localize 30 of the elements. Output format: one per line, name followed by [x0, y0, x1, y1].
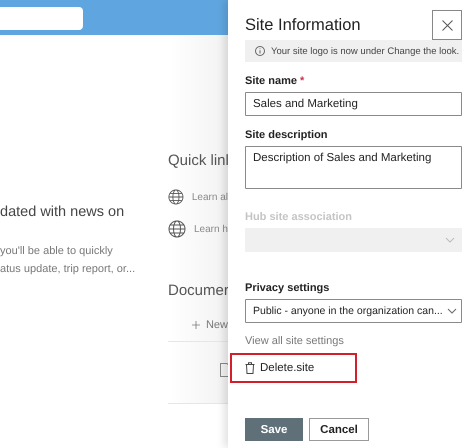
globe-icon: [168, 220, 186, 238]
globe-icon: [168, 188, 184, 206]
panel-title: Site Information: [245, 16, 361, 34]
section-title: Quick linl: [168, 152, 228, 169]
delete-site-button[interactable]: Delete.site: [245, 362, 314, 374]
button-label: New: [206, 319, 228, 331]
text-area[interactable]: Description of Sales and Marketing: [245, 146, 462, 189]
new-button[interactable]: New: [192, 319, 228, 331]
view-all-link[interactable]: View all site settings: [245, 335, 462, 347]
chevron-down-icon: [445, 237, 455, 243]
chevron-down-icon: [446, 308, 457, 314]
cancel-button[interactable]: Cancel: [309, 418, 369, 441]
close-button[interactable]: [432, 10, 462, 40]
close-icon: [442, 20, 452, 30]
search-field[interactable]: [0, 7, 83, 30]
plus-icon: [192, 320, 200, 330]
news-heading: dated with news on: [0, 204, 126, 220]
field-label: Site description: [245, 129, 329, 141]
trash-icon: [245, 362, 255, 374]
info-text: Your site logo is now under Change the look.: [271, 46, 460, 56]
news-text: atus update, trip report, or...: [0, 262, 136, 277]
news-text: you'll be able to quickly: [0, 244, 114, 259]
save-button[interactable]: Save: [245, 418, 303, 441]
field-label: Privacy settings: [245, 282, 330, 294]
dropdown[interactable]: Public - anyone in the organization can...: [245, 299, 462, 323]
text-field[interactable]: Sales and Marketing: [245, 92, 462, 116]
field-label: Hub site association: [245, 211, 353, 223]
field-label: Site name *: [245, 75, 306, 87]
info-icon: [255, 46, 265, 56]
document-icon: [220, 363, 228, 377]
